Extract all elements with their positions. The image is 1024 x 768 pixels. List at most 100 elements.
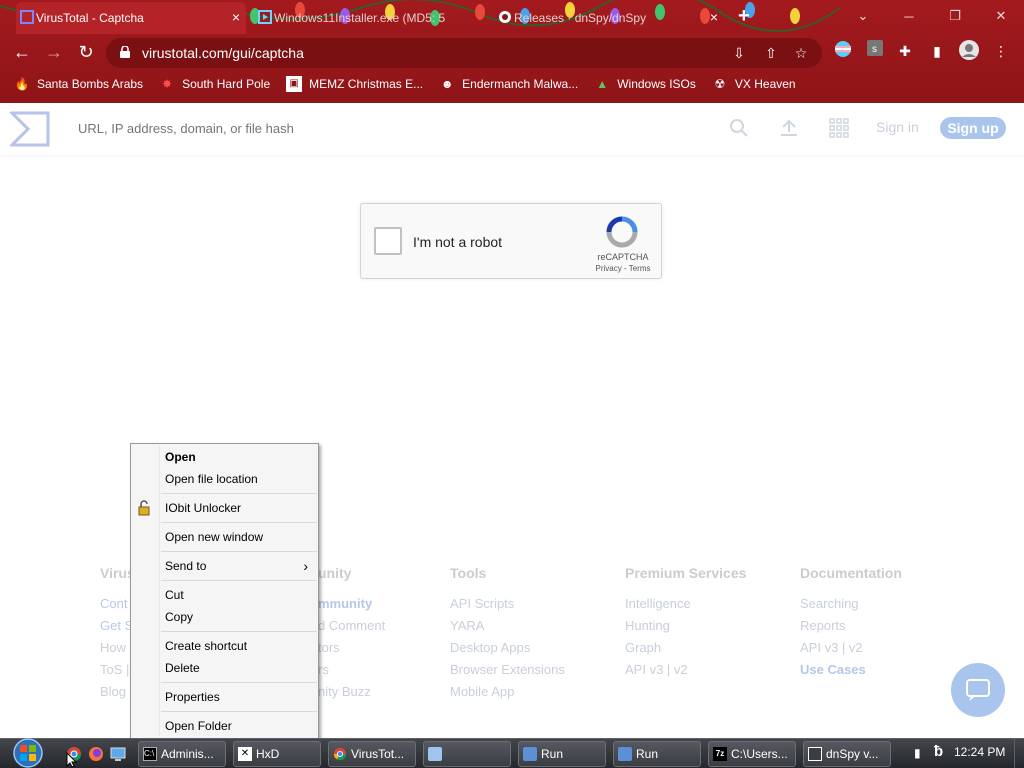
bookmark-item[interactable]: ☢ VX Heaven [712,76,796,92]
context-menu: Open Open file location IObit Unlocker O… [130,443,319,739]
tray-app-b-icon[interactable]: ƀ [934,743,943,760]
footer-link[interactable]: Hunting [625,615,746,637]
recaptcha-brand: reCAPTCHA [597,252,649,262]
footer-link[interactable]: mmunity [318,593,385,615]
restore-button[interactable]: ❐ [932,0,978,32]
bookmark-item[interactable]: ▲ Windows ISOs [594,76,696,92]
taskbar-run-button[interactable]: Run [518,741,606,767]
footer-link[interactable]: Desktop Apps [450,637,565,659]
footer-link[interactable]: Reports [800,615,902,637]
close-window-button[interactable]: ✕ [978,0,1024,32]
bookmark-item[interactable]: 🔥 Santa Bombs Arabs [14,76,144,92]
menu-item-open[interactable]: Open [131,446,318,468]
address-bar[interactable]: virustotal.com/gui/captcha ⇩ ⇧ ☆ [106,38,822,68]
taskbar-window-button[interactable] [423,741,511,767]
taskbar-7zip-button[interactable]: 7z C:\Users... [708,741,796,767]
bookmark-item[interactable]: ▣ MEMZ Christmas E... [286,76,423,92]
tab-close-icon[interactable]: × [232,9,240,25]
footer-link[interactable]: YARA [450,615,565,637]
menu-separator [161,522,317,523]
start-orb-icon[interactable] [6,737,50,768]
extension-s-icon[interactable]: s [864,40,886,62]
apps-grid-icon[interactable] [828,117,850,139]
footer-link[interactable]: Mobile App [450,681,565,703]
footer-link[interactable]: d Comment [318,615,385,637]
footer-link[interactable]: rs [318,659,385,681]
menu-item-create-shortcut[interactable]: Create shortcut [131,635,318,657]
footer-link[interactable]: API v3 | v2 [625,659,746,681]
menu-item-delete[interactable]: Delete [131,657,318,679]
sign-up-button[interactable]: Sign up [940,117,1006,139]
menu-kebab-icon[interactable]: ⋮ [990,40,1012,62]
taskbar-hxd-button[interactable]: ✕ HxD [233,741,321,767]
show-desktop-icon[interactable] [110,746,126,762]
tab-close-icon[interactable]: × [710,9,718,25]
taskbar-run-button[interactable]: Run [613,741,701,767]
sign-in-link[interactable]: Sign in [876,119,919,135]
chrome-icon [333,747,347,761]
search-input[interactable] [78,121,678,136]
taskbar: C:\ Adminis... ✕ HxD VirusTot... Run Run 7… [0,738,1024,768]
burst-icon: ✸ [162,77,173,91]
footer-link[interactable]: tors [318,637,385,659]
virustotal-logo-icon[interactable] [10,111,50,147]
extensions-puzzle-icon[interactable]: ✚ [894,40,916,62]
bookmark-star-icon[interactable]: ☆ [790,42,812,64]
back-arrow-icon[interactable]: ← [10,40,34,64]
install-app-icon[interactable]: ⇩ [728,42,750,64]
footer-link[interactable]: Browser Extensions [450,659,565,681]
footer-link[interactable]: API v3 | v2 [800,637,902,659]
profile-avatar-icon[interactable] [958,40,980,62]
side-panel-icon[interactable]: ▮ [926,40,948,62]
menu-item-send-to[interactable]: Send to › [131,555,318,577]
footer-link[interactable]: Graph [625,637,746,659]
menu-item-iobit-unlocker[interactable]: IObit Unlocker [131,497,318,519]
search-icon[interactable] [728,117,750,139]
menu-item-properties[interactable]: Properties [131,686,318,708]
privacy-link[interactable]: Privacy [596,264,622,273]
menu-item-cut[interactable]: Cut [131,584,318,606]
tab-windows11installer[interactable]: Windows11Installer.exe (MD5: 5 [254,2,484,34]
menu-item-open-folder[interactable]: Open Folder [131,715,318,737]
bookmark-item[interactable]: ☻ Endermanch Malwa... [439,76,578,92]
footer-heading: Documentation [800,565,902,581]
recaptcha-checkbox[interactable] [374,227,402,255]
virustotal-favicon-icon [20,10,34,24]
taskbar-chrome-button[interactable]: VirusTot... [328,741,416,767]
bookmark-item[interactable]: ✸ South Hard Pole [159,76,270,92]
share-icon[interactable]: ⇧ [760,42,782,64]
menu-separator [161,711,317,712]
menu-item-open-file-location[interactable]: Open file location [131,468,318,490]
app-window-icon [428,747,442,761]
virustotal-header: Sign in Sign up [0,103,1024,155]
chat-button[interactable] [951,663,1005,717]
taskbar-cmd-button[interactable]: C:\ Adminis... [138,741,226,767]
upload-icon[interactable] [778,117,800,139]
footer-link[interactable]: Use Cases [800,659,902,681]
taskbar-dnspy-button[interactable]: dnSpy v... [803,741,891,767]
mouse-cursor-icon [66,752,78,768]
tray-volume-icon[interactable]: ▮ [914,746,921,760]
footer-heading: Tools [450,565,487,581]
minimize-button[interactable]: ─ [886,0,932,32]
footer-link[interactable]: nity Buzz [318,681,385,703]
firefox-icon[interactable] [88,746,104,762]
menu-item-copy[interactable]: Copy [131,606,318,628]
forward-arrow-icon[interactable]: → [42,40,66,64]
tab-virustotal-captcha[interactable]: VirusTotal - Captcha × [16,2,246,34]
terms-link[interactable]: Terms [629,264,651,273]
tab-releases-dnspy[interactable]: Releases · dnSpy/dnSpy × [494,2,724,34]
tab-search-chevron-icon[interactable]: ⌄ [840,0,886,32]
dnspy-icon [808,747,822,761]
taskbar-clock[interactable]: 12:24 PM [954,745,1005,759]
cmd-icon: C:\ [143,747,157,761]
reload-icon[interactable]: ↻ [74,40,98,64]
show-desktop-button[interactable] [1014,739,1024,768]
footer-link[interactable]: Intelligence [625,593,746,615]
footer-link[interactable]: Searching [800,593,902,615]
menu-item-open-new-window[interactable]: Open new window [131,526,318,548]
flag-extension-icon[interactable] [832,40,854,62]
new-tab-button[interactable]: + [738,5,750,28]
bookmarks-bar: 🔥 Santa Bombs Arabs ✸ South Hard Pole ▣ MEM… [0,70,1024,98]
footer-link[interactable]: API Scripts [450,593,565,615]
